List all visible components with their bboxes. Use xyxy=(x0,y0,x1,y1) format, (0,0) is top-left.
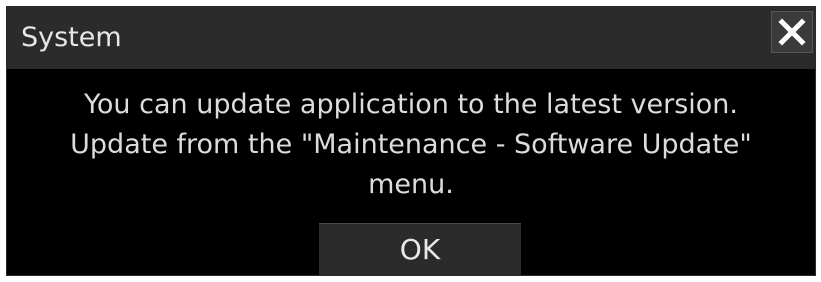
close-button[interactable] xyxy=(771,11,813,53)
dialog-message: You can update application to the latest… xyxy=(7,85,815,205)
system-dialog: System You can update application to the… xyxy=(6,6,816,276)
close-icon xyxy=(778,18,806,46)
ok-button[interactable]: OK xyxy=(319,223,521,275)
message-line-3: menu. xyxy=(368,169,454,200)
message-line-1: You can update application to the latest… xyxy=(84,89,738,120)
dialog-titlebar: System xyxy=(7,7,815,69)
message-line-2: Update from the "Maintenance - Software … xyxy=(70,129,752,160)
dialog-title: System xyxy=(21,22,122,53)
